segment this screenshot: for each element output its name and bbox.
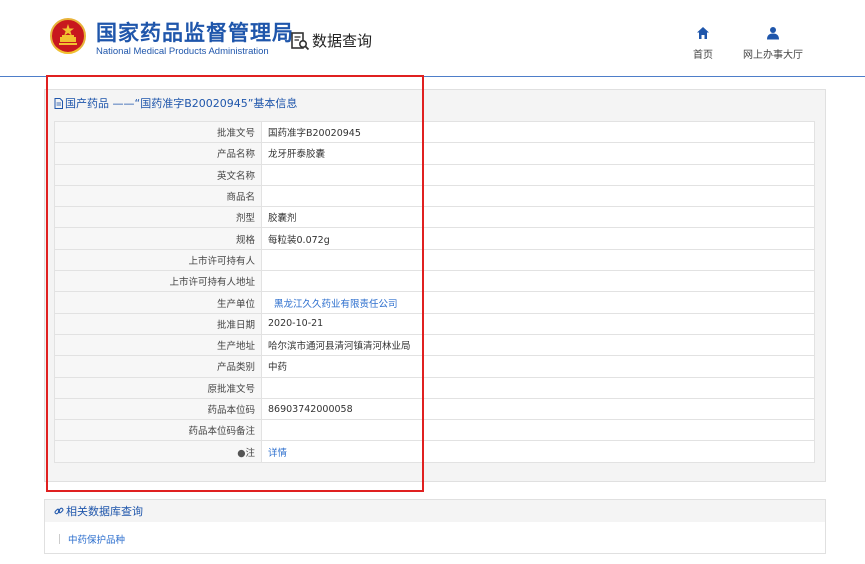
table-row: 药品本位码 86903742000058 [54, 397, 815, 421]
table-row: 批准日期 2020-10-21 [54, 312, 815, 335]
field-value [261, 376, 815, 399]
table-row: 药品本位码备注 [54, 419, 815, 442]
link-icon [54, 507, 64, 515]
detail-panel-title-text: 国产药品 ——“国药准字B20020945”基本信息 [65, 97, 298, 110]
field-value: 86903742000058 [261, 397, 815, 421]
field-label: 产品名称 [54, 142, 262, 165]
table-row: 上市许可持有人地址 [54, 270, 815, 293]
national-emblem-icon [50, 18, 86, 54]
document-search-icon [291, 31, 310, 50]
field-value [261, 163, 815, 186]
nav-home-label: 首页 [693, 50, 713, 61]
field-label: 英文名称 [54, 163, 262, 186]
table-row: 英文名称 [54, 163, 815, 186]
tcm-protected-varieties-link[interactable]: 中药保护品种 [68, 532, 125, 546]
field-value: 每粒装0.072g [261, 227, 815, 250]
field-label: 生产地址 [54, 333, 262, 357]
field-value: 2020-10-21 [261, 312, 815, 335]
field-value: 胶囊剂 [261, 206, 815, 229]
details-link[interactable]: 详情 [268, 448, 287, 459]
table-row: 产品类别 中药 [54, 355, 815, 378]
table-row: 规格 每粒装0.072g [54, 227, 815, 250]
field-label: 产品类别 [54, 355, 262, 378]
field-label: 药品本位码备注 [54, 419, 262, 442]
table-row: 批准文号 国药准字B20020945 [54, 120, 815, 144]
user-icon [767, 27, 779, 40]
related-panel-title: 相关数据库查询 [45, 500, 825, 522]
data-query-section: 数据查询 [290, 30, 372, 51]
site-logo-title[interactable]: 国家药品监督管理局 [96, 17, 294, 47]
site-logo-subtitle[interactable]: National Medical Products Administration [96, 46, 269, 57]
field-label-note: ●注 [54, 440, 262, 463]
related-panel-title-text: 相关数据库查询 [66, 505, 143, 518]
field-value: 龙牙肝泰胶囊 [261, 142, 815, 165]
field-label: 批准文号 [54, 120, 262, 144]
divider [59, 534, 60, 544]
field-label: 商品名 [54, 184, 262, 208]
field-label: 批准日期 [54, 312, 262, 335]
field-value [261, 419, 815, 442]
field-value: 哈尔滨市通河县清河镇清河林业局 [261, 333, 815, 357]
detail-panel-title: 国产药品 ——“国药准字B20020945”基本信息 [54, 95, 297, 111]
table-row: 生产地址 哈尔滨市通河县清河镇清河林业局 [54, 333, 815, 357]
home-icon [697, 27, 709, 39]
table-row: 上市许可持有人 [54, 248, 815, 272]
table-row: 商品名 [54, 184, 815, 208]
nav-home[interactable]: 首页 [693, 24, 713, 61]
field-value [261, 270, 815, 293]
nav-online-service-hall[interactable]: 网上办事大厅 [743, 24, 803, 61]
table-row: 剂型 胶囊剂 [54, 206, 815, 229]
related-links: 中药保护品种 [45, 522, 825, 546]
table-row: 原批准文号 [54, 376, 815, 399]
field-value: 国药准字B20020945 [261, 120, 815, 144]
table-row: ●注 详情 [54, 440, 815, 463]
field-label: 药品本位码 [54, 397, 262, 421]
data-query-label: 数据查询 [312, 32, 373, 50]
field-value: 中药 [261, 355, 815, 378]
field-value [261, 184, 815, 208]
field-label: 上市许可持有人 [54, 248, 262, 272]
field-value: 黑龙江久久药业有限责任公司 [261, 291, 815, 314]
nav-online-service-hall-label: 网上办事大厅 [743, 50, 803, 61]
drug-detail-panel: 国产药品 ——“国药准字B20020945”基本信息 批准文号 国药准字B2002… [44, 89, 826, 482]
field-value: 详情 [261, 440, 815, 463]
field-label: 生产单位 [54, 291, 262, 314]
drug-info-table: 批准文号 国药准字B20020945 产品名称 龙牙肝泰胶囊 英文名称 商品名 剂型… [54, 120, 815, 463]
field-value [261, 248, 815, 272]
field-label: 上市许可持有人地址 [54, 270, 262, 293]
table-row: 生产单位 黑龙江久久药业有限责任公司 [54, 291, 815, 314]
field-label: 原批准文号 [54, 376, 262, 399]
related-database-panel: 相关数据库查询 中药保护品种 [44, 499, 826, 554]
field-label: 规格 [54, 227, 262, 250]
site-header: 国家药品监督管理局 National Medical Products Admi… [0, 0, 865, 77]
document-icon [54, 97, 63, 109]
manufacturer-link[interactable]: 黑龙江久久药业有限责任公司 [274, 299, 398, 310]
field-label: 剂型 [54, 206, 262, 229]
field-label: 注 [245, 447, 255, 459]
table-row: 产品名称 龙牙肝泰胶囊 [54, 142, 815, 165]
